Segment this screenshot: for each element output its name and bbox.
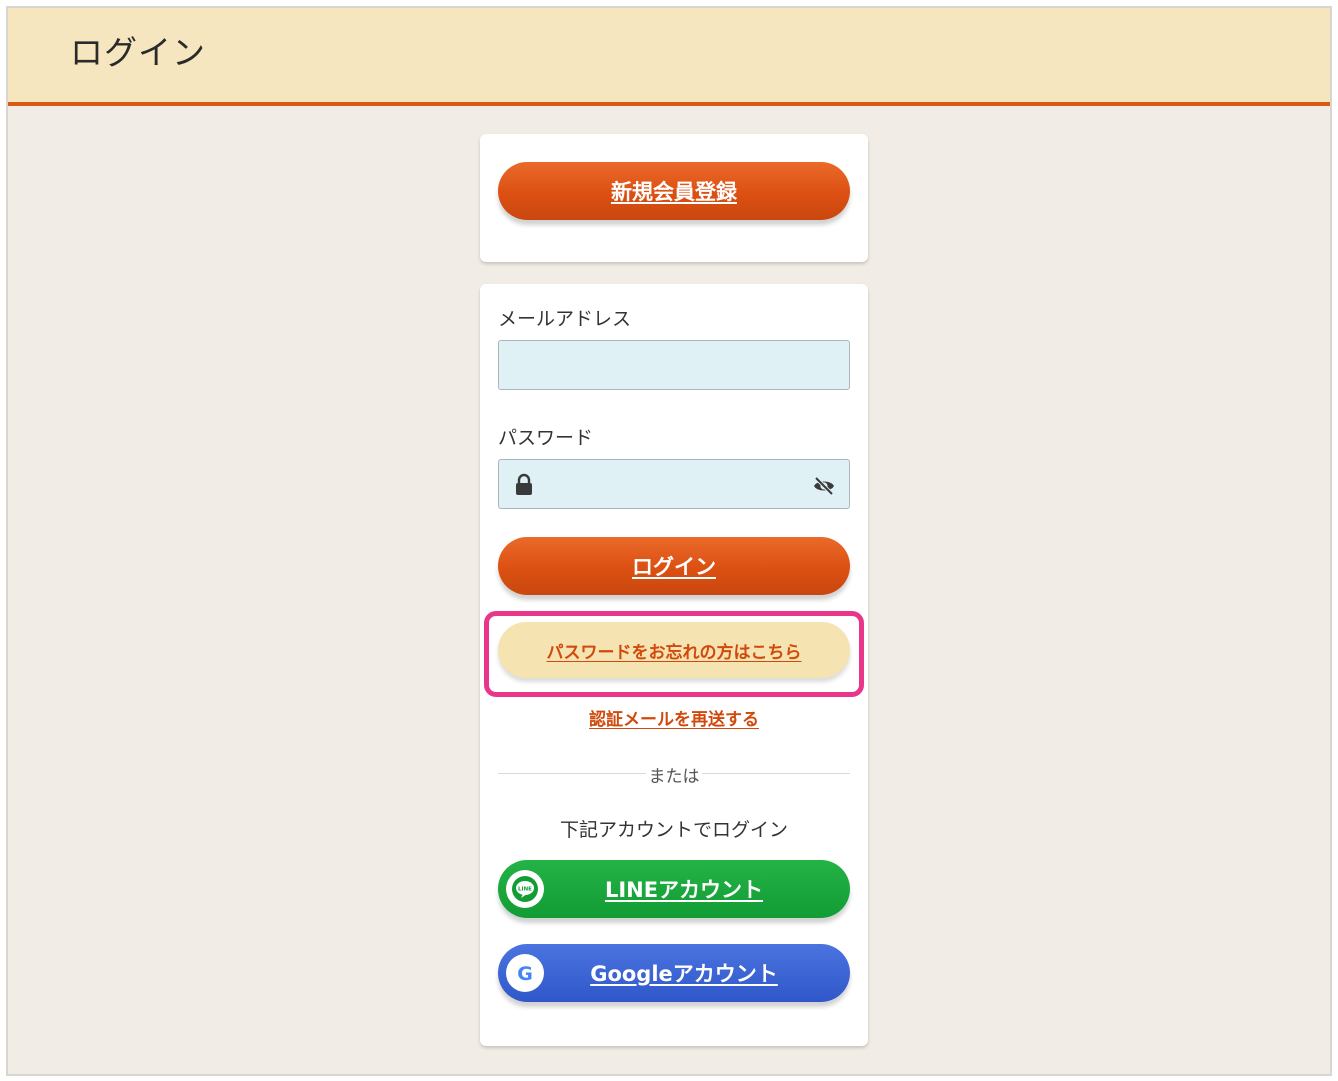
line-logo-text: LINE [518,887,532,893]
page-frame: ログイン 新規会員登録 メールアドレス パスワード ログイン パスワードをお忘れ… [6,6,1332,1076]
google-logo-icon: G [506,954,544,992]
or-divider: または [498,762,850,787]
google-logo-text: G [517,963,533,985]
divider-line-right [702,773,850,774]
login-button-label: ログイン [632,555,716,579]
google-login-button[interactable]: G Googleアカウント [498,944,850,1002]
password-field[interactable] [498,459,850,509]
line-login-button[interactable]: LINE LINEアカウント [498,860,850,918]
divider-text: または [648,767,700,787]
social-login-subtitle: 下記アカウントでログイン [559,819,788,841]
register-button-label: 新規会員登録 [611,180,737,204]
lock-icon [516,473,532,495]
email-field[interactable] [498,340,850,390]
line-logo-icon: LINE [506,870,544,908]
line-logo-graphic: LINE [512,876,538,902]
resend-verification-link[interactable]: 認証メールを再送する [480,705,868,730]
eye-slash-icon[interactable] [812,476,836,496]
register-button[interactable]: 新規会員登録 [498,162,850,220]
page-header: ログイン [8,8,1330,106]
page-title: ログイン [70,33,206,72]
login-button[interactable]: ログイン [498,537,850,595]
forgot-password-highlight [484,611,864,697]
google-button-label: Googleアカウント [590,962,778,986]
password-label: パスワード [498,427,594,449]
register-card: 新規会員登録 [480,134,868,262]
google-logo-graphic: G [517,963,533,985]
line-button-label: LINEアカウント [604,878,764,902]
email-label: メールアドレス [498,308,632,330]
